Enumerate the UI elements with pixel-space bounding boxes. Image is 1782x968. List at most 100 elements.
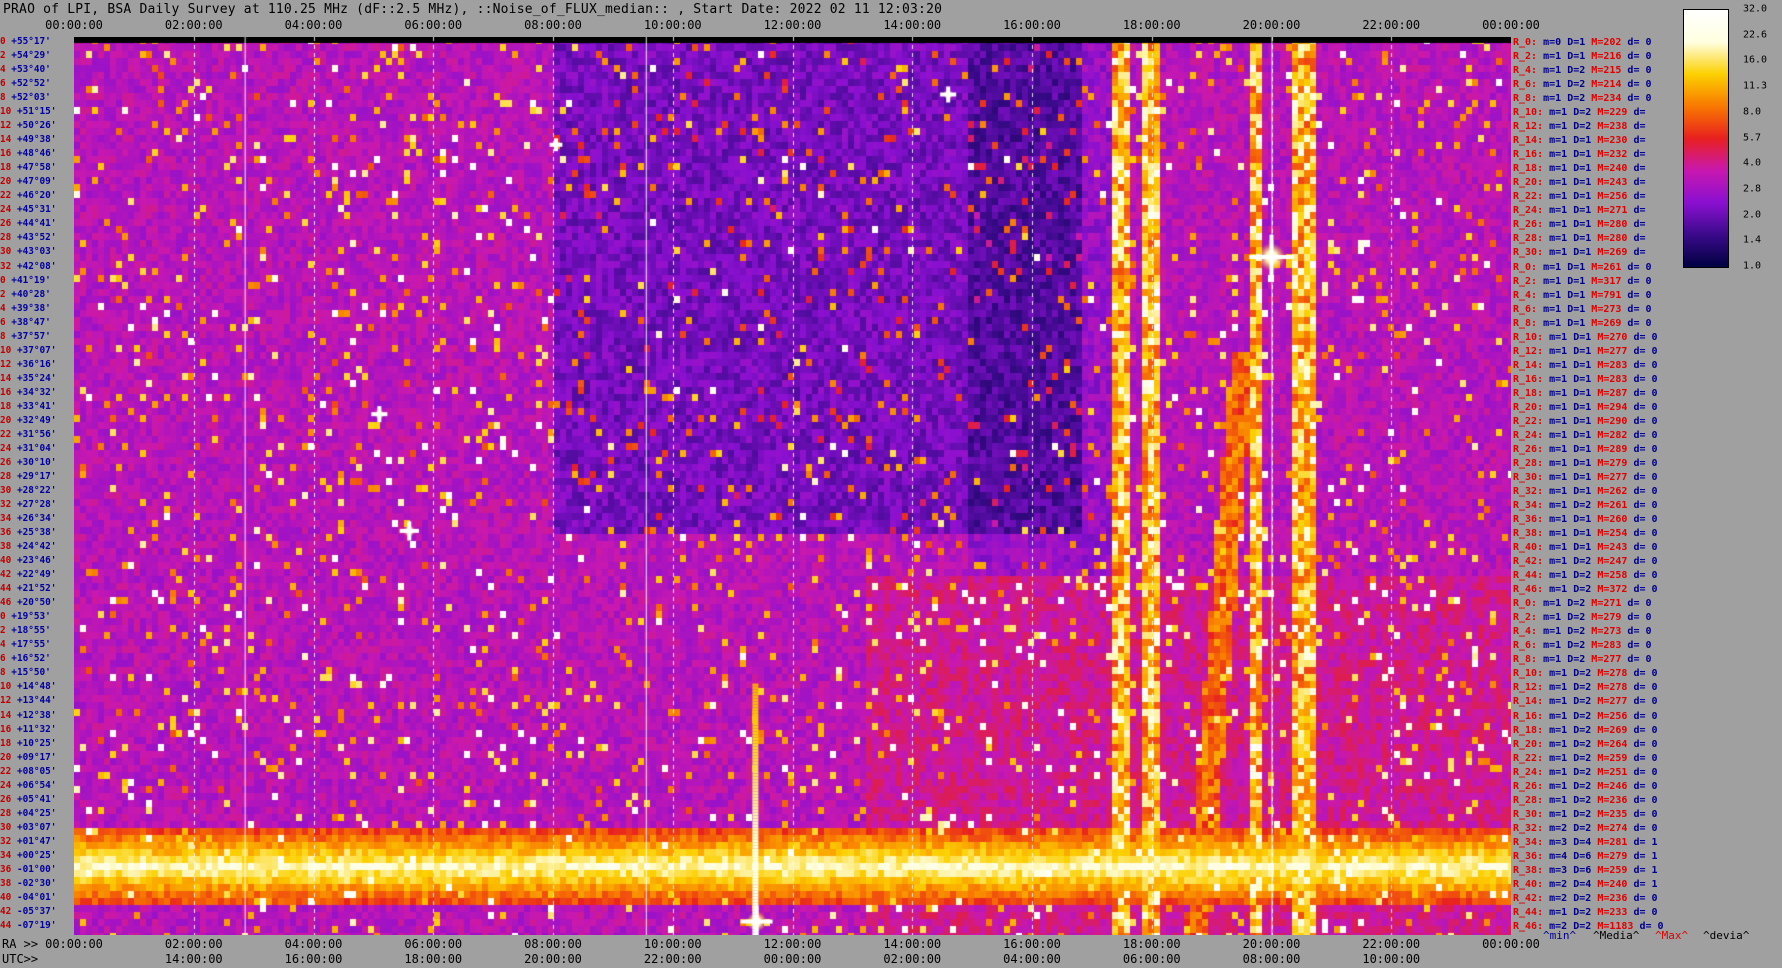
row-stat-d: D=1 xyxy=(1573,542,1598,554)
row-stat-m: m=1 xyxy=(1549,401,1574,413)
row-stat-max: M=271 xyxy=(1597,205,1634,217)
row-stats: R_2: m=1 D=1 M=317 d= 0 xyxy=(1513,276,1652,287)
row-stat-m: m=1 xyxy=(1549,331,1574,343)
row-stat-r: R_18: xyxy=(1513,163,1550,175)
declination-row-label: 46 +20°50' xyxy=(0,598,56,608)
row-index: 18 xyxy=(0,400,17,412)
row-stat-d: D=1 xyxy=(1573,443,1598,455)
row-stat-dev: d= xyxy=(1633,107,1646,119)
row-stat-d: D=2 xyxy=(1573,794,1598,806)
row-stat-dev: d= 0 xyxy=(1627,65,1652,77)
row-index: 18 xyxy=(0,162,17,174)
row-stat-r: R_26: xyxy=(1513,219,1550,231)
bottom-tick-label: 10:00:00 xyxy=(643,937,702,951)
row-stat-r: R_22: xyxy=(1513,415,1550,427)
declination-value: +35°24' xyxy=(16,372,57,384)
row-stats: R_4: m=1 D=2 M=215 d= 0 xyxy=(1513,65,1652,76)
row-stat-max: M=229 xyxy=(1597,107,1634,119)
row-stat-d: D=1 xyxy=(1573,149,1598,161)
declination-value: -02°30' xyxy=(16,877,57,889)
bottom-tick-label: 22:00:00 xyxy=(1362,937,1421,951)
row-index: 16 xyxy=(0,723,17,735)
colorbar-tick-label: 22.6 xyxy=(1743,29,1768,41)
row-stats: R_42: m=1 D=2 M=247 d= 0 xyxy=(1513,556,1658,567)
row-stat-r: R_40: xyxy=(1513,878,1550,890)
row-stat-max: M=246 xyxy=(1597,780,1634,792)
row-stat-d: D=2 xyxy=(1567,626,1592,638)
row-stats: R_38: m=1 D=1 M=254 d= 0 xyxy=(1513,528,1658,539)
row-stat-r: R_44: xyxy=(1513,906,1550,918)
row-stats: R_18: m=1 D=1 M=240 d= xyxy=(1513,163,1645,174)
row-stat-d: D=1 xyxy=(1567,289,1592,301)
row-index: 12 xyxy=(0,358,17,370)
row-stat-r: R_16: xyxy=(1513,710,1550,722)
declination-row-label: 12 +13°44' xyxy=(0,696,56,706)
row-index: 4 xyxy=(0,302,12,314)
row-stat-max: M=279 xyxy=(1591,612,1628,624)
declination-row-label: 44 +21°52' xyxy=(0,584,56,594)
row-stat-dev: d= 0 xyxy=(1627,612,1652,624)
declination-value: +16°52' xyxy=(11,653,51,665)
row-index: 40 xyxy=(0,891,17,903)
declination-row-label: 6 +16°52' xyxy=(0,654,51,664)
row-stat-m: m=3 xyxy=(1549,836,1574,848)
row-stat-d: D=2 xyxy=(1573,710,1598,722)
declination-row-label: 32 +42°08' xyxy=(0,261,56,272)
row-stat-d: D=1 xyxy=(1567,317,1592,329)
row-stats: R_30: m=1 D=1 M=277 d= 0 xyxy=(1513,472,1658,483)
declination-row-label: 42 -05°37' xyxy=(0,905,56,917)
row-stat-max: M=236 xyxy=(1597,892,1634,904)
row-stat-m: m=1 xyxy=(1543,261,1568,273)
row-index: 0 xyxy=(0,611,12,623)
row-stat-r: R_8: xyxy=(1513,654,1544,666)
row-stat-m: m=1 xyxy=(1543,79,1568,91)
row-stat-dev: d= 0 xyxy=(1633,808,1658,820)
row-stat-m: m=1 xyxy=(1549,696,1574,708)
declination-value: +24°42' xyxy=(16,541,57,553)
row-stats: R_2: m=1 D=2 M=279 d= 0 xyxy=(1513,612,1652,623)
row-index: 14 xyxy=(0,134,17,146)
declination-row-label: 30 +03°07' xyxy=(0,822,56,833)
row-stat-dev: d= 1 xyxy=(1633,850,1658,862)
declination-row-label: 20 +09°17' xyxy=(0,752,56,763)
utc-tick-label: 20:00:00 xyxy=(524,952,582,966)
row-stat-dev: d= 0 xyxy=(1627,289,1652,301)
row-stats: R_24: m=1 D=1 M=282 d= 0 xyxy=(1513,430,1658,441)
row-stat-r: R_20: xyxy=(1513,177,1550,189)
row-stat-d: D=6 xyxy=(1573,864,1598,876)
row-stat-m: m=1 xyxy=(1549,429,1574,441)
row-stat-dev: d= 0 xyxy=(1633,668,1658,680)
row-index: 44 xyxy=(0,919,17,931)
row-stat-max: M=234 xyxy=(1591,93,1628,105)
row-stat-d: D=1 xyxy=(1573,359,1598,371)
row-index: 0 xyxy=(0,274,12,286)
row-stat-dev: d= 0 xyxy=(1633,443,1658,455)
row-stat-r: R_6: xyxy=(1513,303,1544,315)
row-stat-m: m=1 xyxy=(1549,528,1574,540)
row-stat-d: D=2 xyxy=(1573,570,1598,582)
row-stats: R_46: m=1 D=2 M=372 d= 0 xyxy=(1513,584,1658,595)
declination-row-label: 6 +52°52' xyxy=(0,79,51,89)
row-stat-dev: d= 0 xyxy=(1627,93,1652,105)
declination-row-label: 0 +55°17' xyxy=(0,37,51,47)
declination-row-label: 34 +00°25' xyxy=(0,850,56,861)
row-index: 34 xyxy=(0,513,17,525)
row-stat-r: R_10: xyxy=(1513,331,1550,343)
row-stat-max: M=277 xyxy=(1597,696,1634,708)
row-index: 26 xyxy=(0,456,17,468)
row-stat-m: m=1 xyxy=(1549,780,1574,792)
declination-row-label: 8 +52°03' xyxy=(0,93,51,103)
row-index: 42 xyxy=(0,905,17,917)
row-stat-m: m=1 xyxy=(1549,415,1574,427)
row-index: 10 xyxy=(0,344,17,356)
colorbar-tick-label: 2.0 xyxy=(1743,209,1762,221)
declination-value: +08°05' xyxy=(16,765,57,777)
row-stat-d: D=2 xyxy=(1573,121,1598,133)
row-index: 2 xyxy=(0,625,12,637)
declination-value: +28°22' xyxy=(16,485,57,496)
declination-value: +19°53' xyxy=(11,611,51,623)
row-stat-d: D=1 xyxy=(1567,51,1592,63)
top-tick-label: 06:00:00 xyxy=(404,18,463,32)
row-index: 24 xyxy=(0,442,17,454)
declination-value: +49°38' xyxy=(16,134,57,146)
